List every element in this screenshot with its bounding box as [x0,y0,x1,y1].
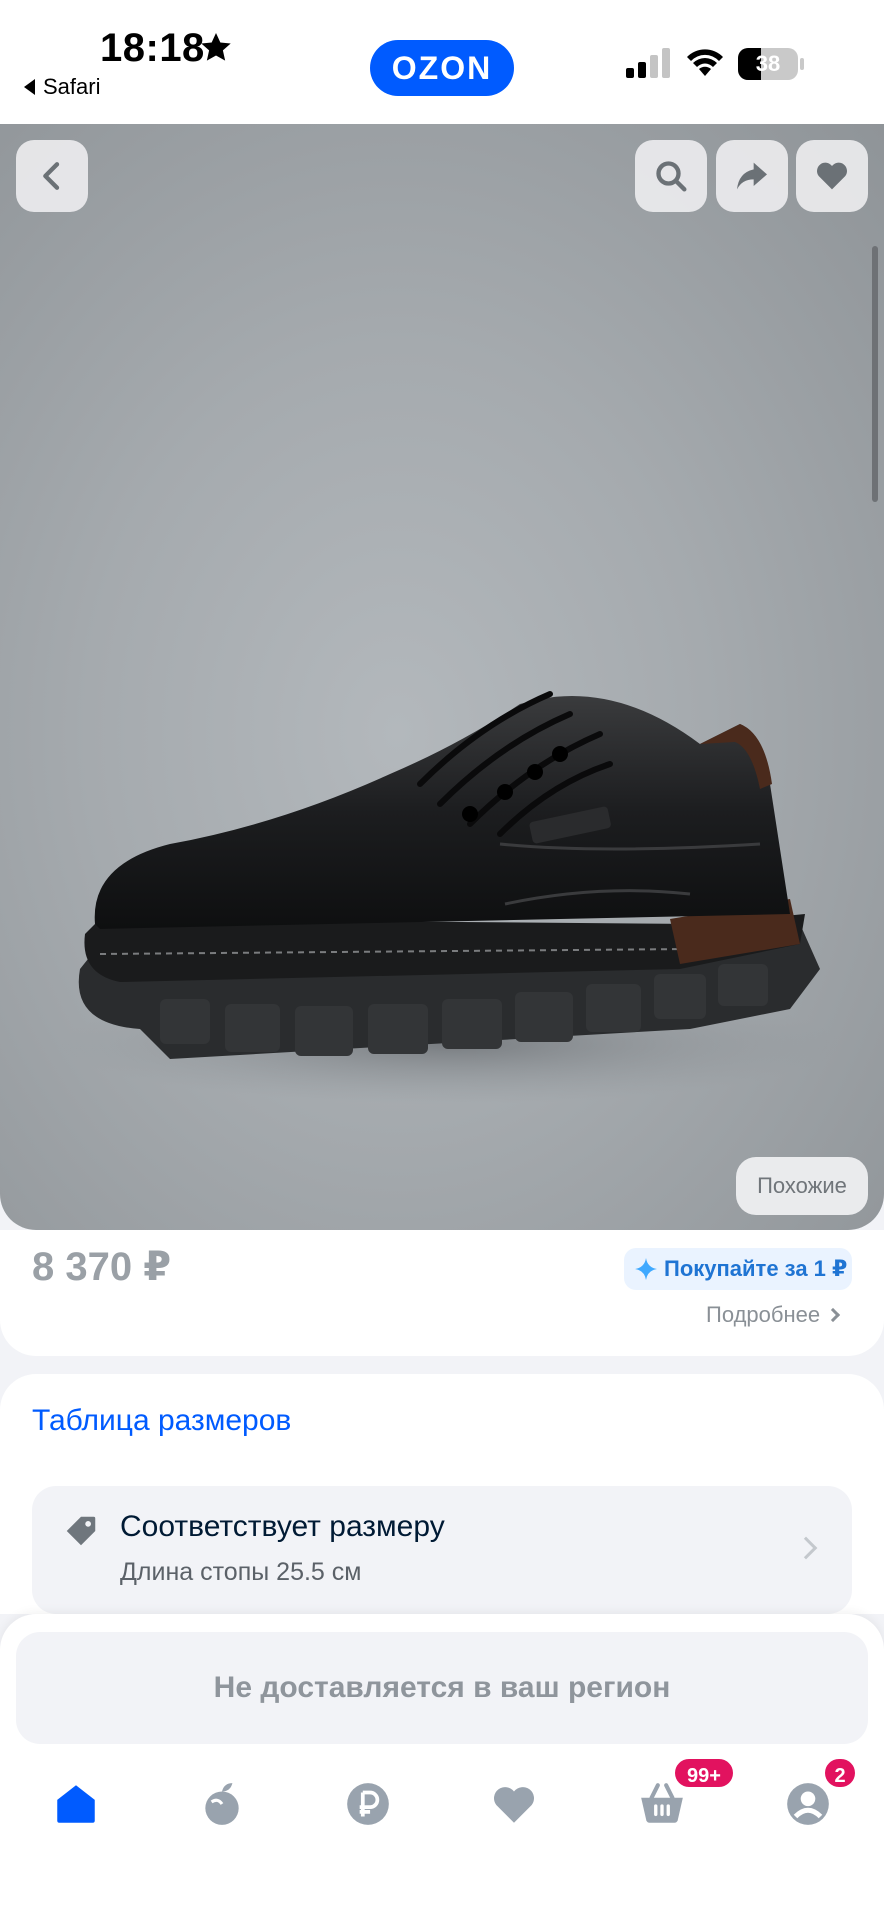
tab-bar: 99+ 2 [0,1754,884,1864]
chevron-right-icon [794,1536,818,1560]
status-time: 18:18 [100,26,205,70]
battery-level: 38 [755,51,781,76]
search-icon [656,161,687,192]
chevron-right-icon [826,1307,841,1323]
heart-icon [493,1787,535,1823]
promo-label: Покупайте за 1 ₽ [664,1256,848,1281]
tab-finance[interactable] [336,1772,400,1836]
product-image-gallery[interactable]: Похожие [0,124,884,1230]
ruble-icon [347,1783,389,1825]
sparkle-icon [635,1258,657,1280]
cart-badge: 99+ [672,1756,736,1790]
size-fit-subtitle: Длина стопы 25.5 см [120,1558,362,1586]
gallery-scroll-indicator [872,246,878,502]
back-arrow-icon [24,79,35,95]
back-button[interactable] [16,140,88,212]
back-app-label: Safari [43,74,101,99]
search-button[interactable] [635,140,707,212]
similar-button[interactable]: Похожие [736,1157,868,1215]
status-bar: 18:18 Safari OZON 38 [0,0,884,124]
tab-home[interactable] [44,1772,108,1836]
delivery-notice-button[interactable]: Не доставляется в ваш регион [16,1632,868,1744]
apple-icon [205,1783,239,1825]
battery-body: 38 [738,48,798,80]
share-arrow-icon [737,162,767,190]
share-button[interactable] [716,140,788,212]
chevron-left-icon [43,162,60,190]
more-details-link[interactable]: Подробнее [706,1302,841,1328]
size-fit-title: Соответствует размеру [120,1510,445,1543]
logo-text: OZON [391,50,493,86]
size-table-link[interactable]: Таблица размеров [32,1404,291,1438]
star-icon [201,33,231,61]
cellular-signal-icon [626,48,670,78]
ozon-logo: OZON [370,40,514,96]
tag-icon [66,1516,96,1546]
promo-badge[interactable]: Покупайте за 1 ₽ [624,1248,852,1290]
product-image [60,691,840,1104]
favorite-button[interactable] [796,140,868,212]
profile-icon [787,1783,829,1825]
battery-cap [800,58,804,70]
heart-icon [817,162,847,190]
product-price: 8 370 ₽ [32,1245,172,1289]
size-fit-row[interactable]: Соответствует размеру Длина стопы 25.5 с… [32,1486,852,1614]
profile-badge: 2 [822,1756,858,1790]
tab-fresh[interactable] [190,1772,254,1836]
tab-favorites[interactable] [482,1772,546,1836]
price-card: 8 370 ₽ Покупайте за 1 ₽ Подробнее [0,1230,884,1356]
battery-icon: 38 [738,48,804,80]
more-label: Подробнее [706,1302,821,1327]
back-to-safari[interactable]: Safari [24,74,100,100]
home-icon [57,1785,95,1823]
wifi-icon [687,49,723,76]
bottom-sheet: Не доставляется в ваш регион 99+ 2 [0,1614,884,1920]
size-card: Таблица размеров Соответствует размеру Д… [0,1374,884,1614]
